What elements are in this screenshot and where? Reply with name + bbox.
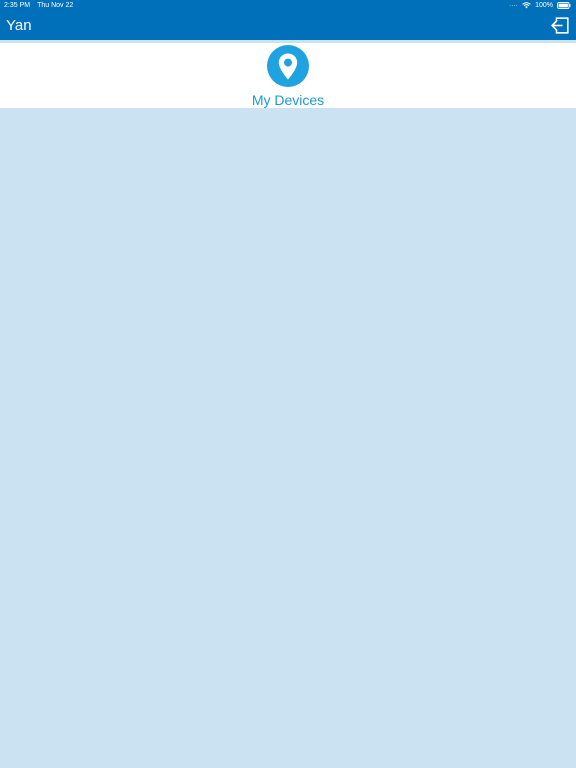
status-left: 2:35 PM Thu Nov 22 xyxy=(4,0,73,11)
location-pin-icon xyxy=(278,53,298,79)
menu-icon-badge xyxy=(266,45,309,87)
top-bar: 2:35 PM Thu Nov 22 .... 100% Yan xyxy=(0,0,576,40)
app-screen: 2:35 PM Thu Nov 22 .... 100% Yan My Devi… xyxy=(0,0,576,768)
logout-button[interactable] xyxy=(550,16,570,36)
status-right: .... 100% xyxy=(509,0,571,11)
my-devices-button[interactable]: My Devices xyxy=(252,43,324,108)
status-time: 2:35 PM xyxy=(4,2,31,9)
battery-icon xyxy=(557,2,571,9)
wifi-icon xyxy=(522,2,531,9)
page-title: Yan xyxy=(6,17,32,34)
content-area xyxy=(0,108,576,768)
status-bar: 2:35 PM Thu Nov 22 .... 100% xyxy=(0,0,576,11)
signal-dots: .... xyxy=(509,2,519,8)
menu-panel: My Devices xyxy=(0,43,576,108)
battery-fill xyxy=(558,3,568,8)
menu-item-label: My Devices xyxy=(251,92,325,108)
status-date: Thu Nov 22 xyxy=(37,2,74,9)
app-header: Yan xyxy=(0,11,576,40)
battery-percent: 100% xyxy=(535,2,553,9)
logout-icon xyxy=(551,17,569,34)
